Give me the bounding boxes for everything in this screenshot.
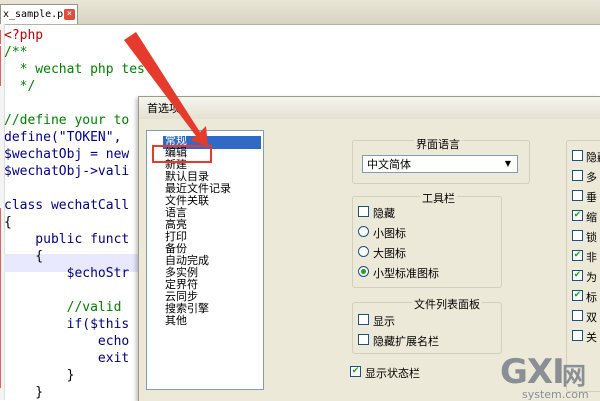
status-bar-label: 显示状态栏	[365, 367, 420, 380]
language-select[interactable]: 中文简体 ▼	[362, 155, 518, 173]
small-icons-label: 小图标	[373, 227, 406, 240]
dialog-title: 首选项	[147, 102, 180, 115]
right-option-checkbox[interactable]: ✔	[572, 270, 583, 281]
code-line: * wechat php test	[4, 62, 153, 77]
code-line: }	[4, 385, 44, 400]
code-line: {	[4, 249, 44, 264]
right-option-label: 锁	[586, 231, 597, 244]
category-list[interactable]: 常规 编辑 新建 默认目录 最近文件记录 文件关联 语言 高亮 打印 备份 自动完成 多实例 定界符 云同…	[146, 130, 264, 390]
ui-language-heading: 界面语言	[414, 136, 462, 152]
chevron-down-icon[interactable]: ▼	[501, 157, 515, 171]
watermark-text: GXI	[500, 352, 565, 392]
toolbar-hide-label: 隐藏	[373, 207, 395, 220]
toolbar-hide-checkbox[interactable]	[358, 206, 369, 217]
tab-file[interactable]: x_sample.php ×	[0, 4, 78, 24]
large-icons-radio[interactable]	[358, 246, 369, 257]
right-option-label: 垂	[586, 191, 597, 204]
code-line: $echoStr	[4, 266, 130, 281]
right-option-checkbox[interactable]	[572, 190, 583, 201]
code-line: define("TOKEN",	[4, 130, 122, 145]
right-option-checkbox[interactable]	[572, 310, 583, 321]
right-option-checkbox[interactable]	[572, 150, 583, 161]
small-standard-icons-radio[interactable]	[358, 266, 369, 277]
right-option-checkbox[interactable]: ✔	[572, 290, 583, 301]
right-option-checkbox[interactable]	[572, 330, 583, 341]
doclist-heading: 文件列表面板	[412, 296, 482, 312]
right-option-label: 关	[586, 331, 597, 344]
doclist-hide-ext-checkbox[interactable]	[358, 334, 369, 345]
annotation-box	[152, 145, 212, 163]
right-option-label: 缩	[586, 211, 597, 224]
right-option-label: 多	[586, 171, 597, 184]
right-option-checkbox[interactable]	[572, 230, 583, 241]
right-option-label: 双	[586, 311, 597, 324]
watermark-sub: system.com	[522, 388, 589, 401]
small-standard-icons-label: 小型标准图标	[373, 267, 439, 280]
right-option-checkbox[interactable]: ✔	[572, 210, 583, 221]
code-line: }	[4, 368, 75, 383]
code-line: if($this	[4, 317, 130, 332]
site-watermark-logo: GXI 网 system.com	[500, 352, 600, 401]
code-line: //define your to	[4, 113, 130, 128]
right-option-label: 标	[586, 291, 597, 304]
doclist-show-label: 显示	[373, 315, 395, 328]
right-option-checkbox[interactable]: ✔	[572, 250, 583, 261]
code-line: {	[4, 215, 12, 230]
language-select-value: 中文简体	[367, 158, 411, 171]
code-line: //valid	[4, 300, 122, 315]
code-line: $wechatObj->vali	[4, 164, 130, 179]
code-line: public funct	[4, 232, 130, 247]
tab-bar: x_sample.php ×	[0, 0, 600, 25]
code-line: /**	[4, 45, 28, 60]
code-line: $wechatObj = new	[4, 147, 130, 162]
right-option-label: 为	[586, 271, 597, 284]
close-icon[interactable]: ×	[64, 9, 75, 20]
code-line: echo	[4, 334, 130, 349]
dialog-titlebar[interactable]: 首选项	[139, 97, 600, 119]
code-line: exit	[4, 351, 130, 366]
watermark-x: X	[526, 352, 553, 392]
watermark-cn: 网	[562, 362, 586, 390]
right-option-checkbox[interactable]	[572, 170, 583, 181]
doclist-hide-ext-label: 隐藏扩展名栏	[373, 335, 439, 348]
large-icons-label: 大图标	[373, 247, 406, 260]
right-option-label: 隐藏	[586, 151, 600, 164]
right-option-label: 非	[586, 251, 597, 264]
category-item[interactable]: 其他	[165, 315, 187, 327]
code-line: */	[4, 79, 36, 94]
toolbar-heading: 工具栏	[420, 190, 457, 206]
code-line: <?php	[4, 28, 44, 43]
watermark-g: G	[500, 352, 528, 392]
small-icons-radio[interactable]	[358, 226, 369, 237]
code-line: class wechatCall	[4, 198, 130, 213]
doclist-show-checkbox[interactable]	[358, 314, 369, 325]
status-bar-checkbox[interactable]: ✔	[350, 366, 361, 377]
